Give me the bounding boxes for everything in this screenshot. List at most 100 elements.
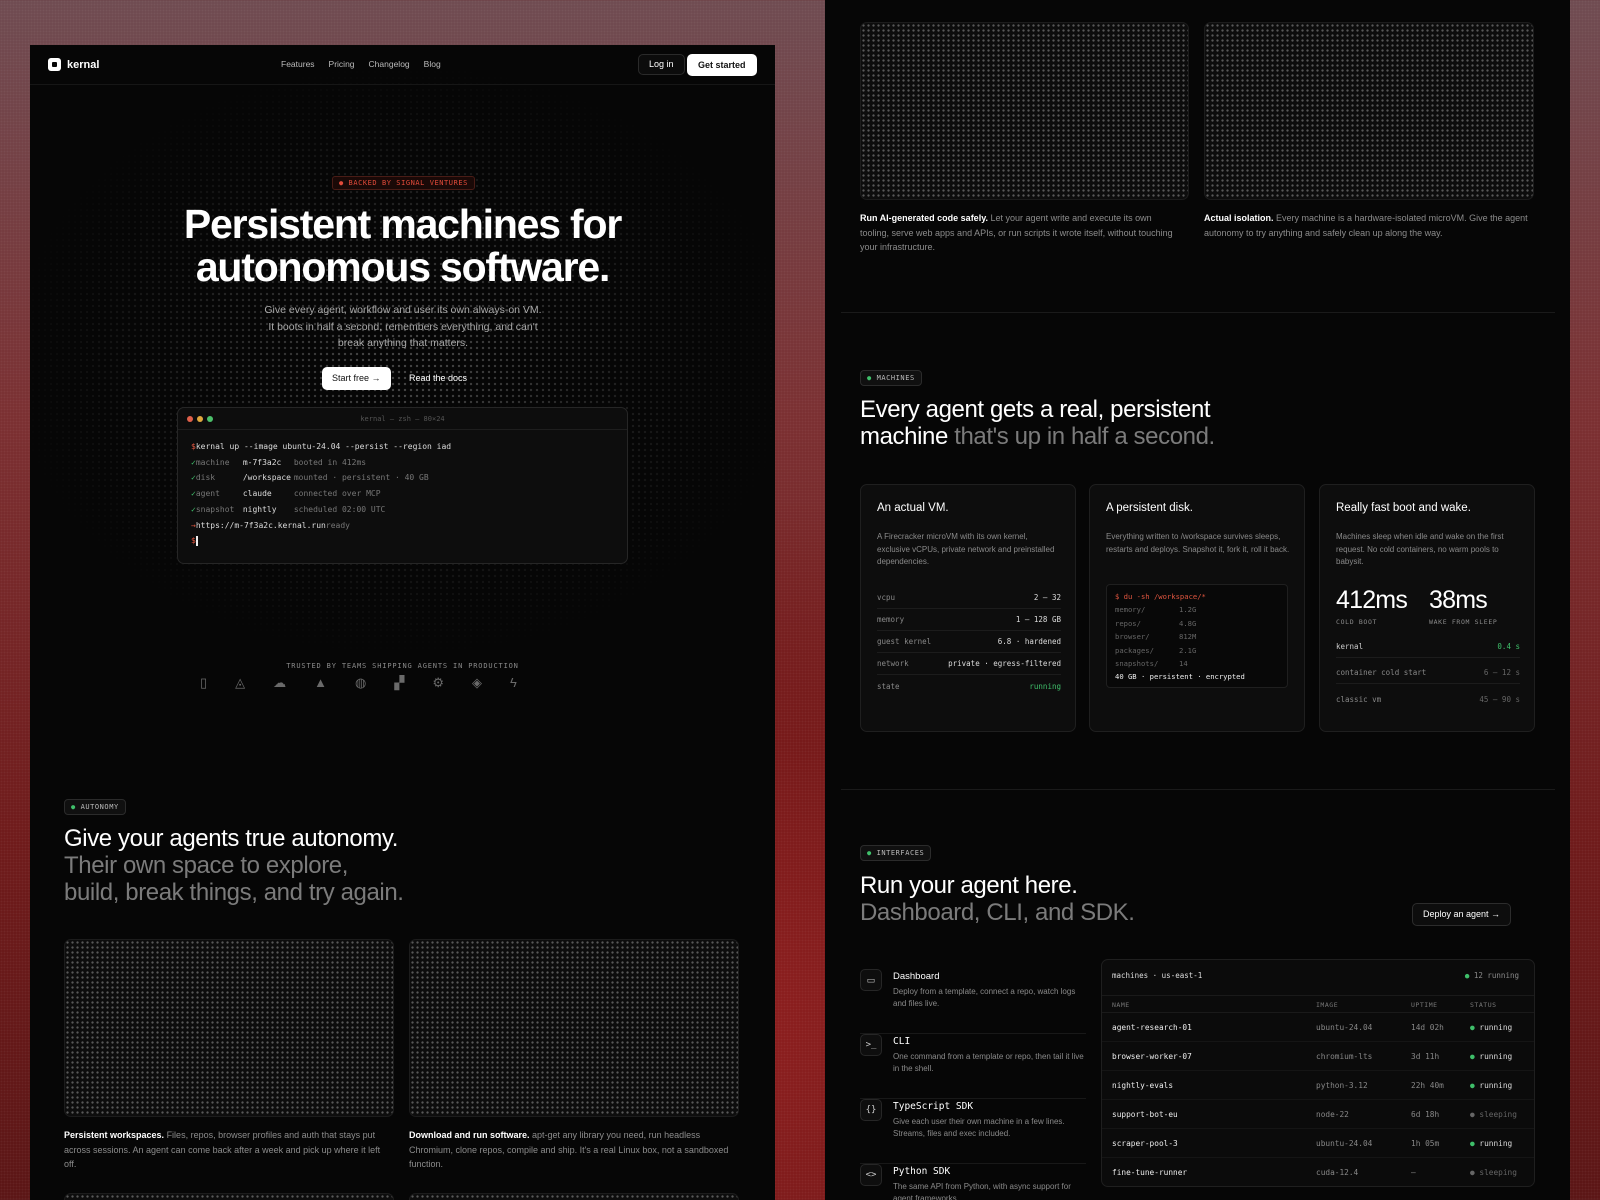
machines-heading: Every agent gets a real, persistent mach… <box>860 396 1215 450</box>
brand-logo[interactable]: kernal <box>48 58 99 71</box>
nav-link-features[interactable]: Features <box>281 59 315 69</box>
line-value: m-7f3a2c <box>242 457 282 467</box>
machine-image: ubuntu-24.04 <box>1316 1139 1373 1148</box>
dot-pattern <box>861 23 1188 199</box>
autonomy-subtitle-2: build, break things, and try again. <box>64 879 404 906</box>
comparison-value: 45 – 90 s <box>1479 694 1520 704</box>
terminal-input-line[interactable]: $ <box>191 533 614 549</box>
line-note: mounted · persistent · 40 GB <box>293 473 429 483</box>
spec-row: memory 1 – 128 GB <box>877 609 1061 631</box>
comparison-row: classic vm 45 – 90 s <box>1336 688 1520 710</box>
machine-uptime: 22h 40m <box>1411 1081 1444 1090</box>
interface-cli[interactable]: >_ CLI One command from a template or re… <box>860 1034 1086 1099</box>
line-note: booted in 412ms <box>293 457 367 467</box>
software-illustration <box>409 939 739 1117</box>
customer-logo-icon: ◈ <box>472 675 483 690</box>
interface-python-sdk[interactable]: <> Python SDK The same API from Python, … <box>860 1164 1086 1200</box>
col-uptime: UPTIME <box>1411 1001 1438 1009</box>
landing-page-left: kernal Features Pricing Changelog Blog L… <box>30 45 775 1200</box>
read-docs-link[interactable]: Read the docs <box>403 367 473 390</box>
monitor-icon: ▭ <box>860 969 882 991</box>
customer-logo-icon: ▞ <box>394 675 405 690</box>
table-row[interactable]: browser-worker-07 chromium-lts 3d 11h ● … <box>1102 1042 1534 1071</box>
machine-url[interactable]: https://m-7f3a2c.kernal.run <box>196 518 326 534</box>
machine-image: ubuntu-24.04 <box>1316 1023 1373 1032</box>
customer-logo-icon: ◬ <box>235 675 246 690</box>
status-label: running <box>1479 1139 1513 1148</box>
isolation-illustration <box>1204 22 1534 200</box>
autonomy-subtitle-1: Their own space to explore, <box>64 852 349 879</box>
du-size: 812M <box>1179 632 1197 642</box>
spec-key: network <box>877 659 909 668</box>
machine-image: python-3.12 <box>1316 1081 1368 1090</box>
nav-link-blog[interactable]: Blog <box>424 59 441 69</box>
du-dir: memory/ <box>1115 605 1146 615</box>
comparison-value: 6 – 12 s <box>1483 668 1520 677</box>
du-dir: browser/ <box>1115 632 1150 642</box>
table-header-row: NAME IMAGE UPTIME STATUS <box>1102 995 1534 1013</box>
login-button[interactable]: Log in <box>638 54 685 75</box>
hero-subtitle: Give every agent, workflow and user its … <box>264 304 542 349</box>
section-divider <box>841 312 1555 313</box>
interface-description: Give each user their own machine in a fe… <box>893 1117 1065 1138</box>
table-row[interactable]: agent-research-01 ubuntu-24.04 14d 02h ●… <box>1102 1013 1534 1042</box>
spec-key: guest kernel <box>877 637 932 646</box>
machines-table: machines · us-east-1 ● 12 running NAME I… <box>1101 959 1535 1187</box>
terminal-command: kernal up --image ubuntu-24.04 --persist… <box>195 442 452 451</box>
terminal-icon: >_ <box>860 1034 882 1056</box>
interface-dashboard[interactable]: ▭ Dashboard Deploy from a template, conn… <box>860 969 1086 1034</box>
software-caption: Download and run software. apt-get any l… <box>409 1128 739 1172</box>
comparison-key: classic vm <box>1336 694 1382 704</box>
du-size: 14 <box>1179 659 1188 669</box>
nav-link-changelog[interactable]: Changelog <box>369 59 410 69</box>
interface-description: Deploy from a template, connect a repo, … <box>893 987 1076 1008</box>
status-badge: ● sleeping <box>1470 1110 1517 1119</box>
spec-key: memory <box>877 615 905 624</box>
status-badge: ● running <box>1470 1023 1512 1032</box>
table-heading: machines · us-east-1 <box>1112 971 1203 980</box>
customer-logos: ▯ ◬ ☁ ▲ ◍ ▞ ⚙ ◈ ϟ <box>200 675 517 691</box>
get-started-button[interactable]: Get started <box>687 54 757 76</box>
nav-link-pricing[interactable]: Pricing <box>329 59 355 69</box>
table-row[interactable]: fine-tune-runner cuda-12.4 — ● sleeping <box>1102 1158 1534 1187</box>
start-free-button[interactable]: Start free → <box>322 367 391 390</box>
top-nav: kernal Features Pricing Changelog Blog L… <box>30 45 775 85</box>
dot-pattern <box>65 1194 393 1200</box>
du-command: $ du -sh /workspace/* <box>1115 592 1206 601</box>
status-dot-icon: ● <box>1470 1052 1480 1061</box>
interface-description: One command from a template or repo, the… <box>893 1052 1084 1073</box>
line-value: nightly <box>242 504 277 514</box>
isolation-caption: Actual isolation. Every machine is a har… <box>1204 211 1534 240</box>
line-key: machine <box>195 457 230 467</box>
table-row[interactable]: support-bot-eu node-22 6d 18h ● sleeping <box>1102 1100 1534 1129</box>
table-row[interactable]: nightly-evals python-3.12 22h 40m ● runn… <box>1102 1071 1534 1100</box>
section-divider <box>841 789 1555 790</box>
safe-code-illustration <box>860 22 1189 200</box>
terminal-titlebar: kernal — zsh — 80×24 <box>178 408 627 430</box>
workspace-illustration <box>64 939 394 1117</box>
line-key: snapshot <box>195 504 235 514</box>
interfaces-title: Run your agent here. <box>860 872 1078 899</box>
caption-bold: Run AI-generated code safely. <box>860 213 989 223</box>
caption-bold: Persistent workspaces. <box>64 1130 165 1140</box>
machine-name: browser-worker-07 <box>1112 1052 1192 1061</box>
nav-links: Features Pricing Changelog Blog <box>281 59 441 69</box>
col-image: IMAGE <box>1316 1001 1339 1009</box>
cold-boot-stat: 412ms <box>1336 586 1408 614</box>
du-size: 2.1G <box>1179 645 1197 655</box>
comparison-row: container cold start 6 – 12 s <box>1336 662 1520 684</box>
terminal-line: ✓ machine m-7f3a2c booted in 412ms <box>191 455 614 471</box>
spec-key: state <box>877 681 900 691</box>
customer-logo-icon: ▲ <box>314 675 328 690</box>
spec-row: guest kernel 6.8 · hardened <box>877 631 1061 653</box>
customer-logo-icon: ϟ <box>510 675 517 690</box>
badge-label: AUTONOMY <box>80 803 119 811</box>
deploy-agent-button[interactable]: Deploy an agent → <box>1412 903 1512 926</box>
machine-uptime: 3d 11h <box>1411 1052 1440 1061</box>
interface-typescript-sdk[interactable]: {} TypeScript SDK Give each user their o… <box>860 1099 1086 1164</box>
status-label: running <box>1479 1052 1513 1061</box>
terminal-window: kernal — zsh — 80×24 $ kernal up --image… <box>177 407 628 564</box>
table-row[interactable]: scraper-pool-3 ubuntu-24.04 1h 05m ● run… <box>1102 1129 1534 1158</box>
machine-image: node-22 <box>1316 1110 1349 1119</box>
interface-title: TypeScript SDK <box>893 1101 974 1112</box>
